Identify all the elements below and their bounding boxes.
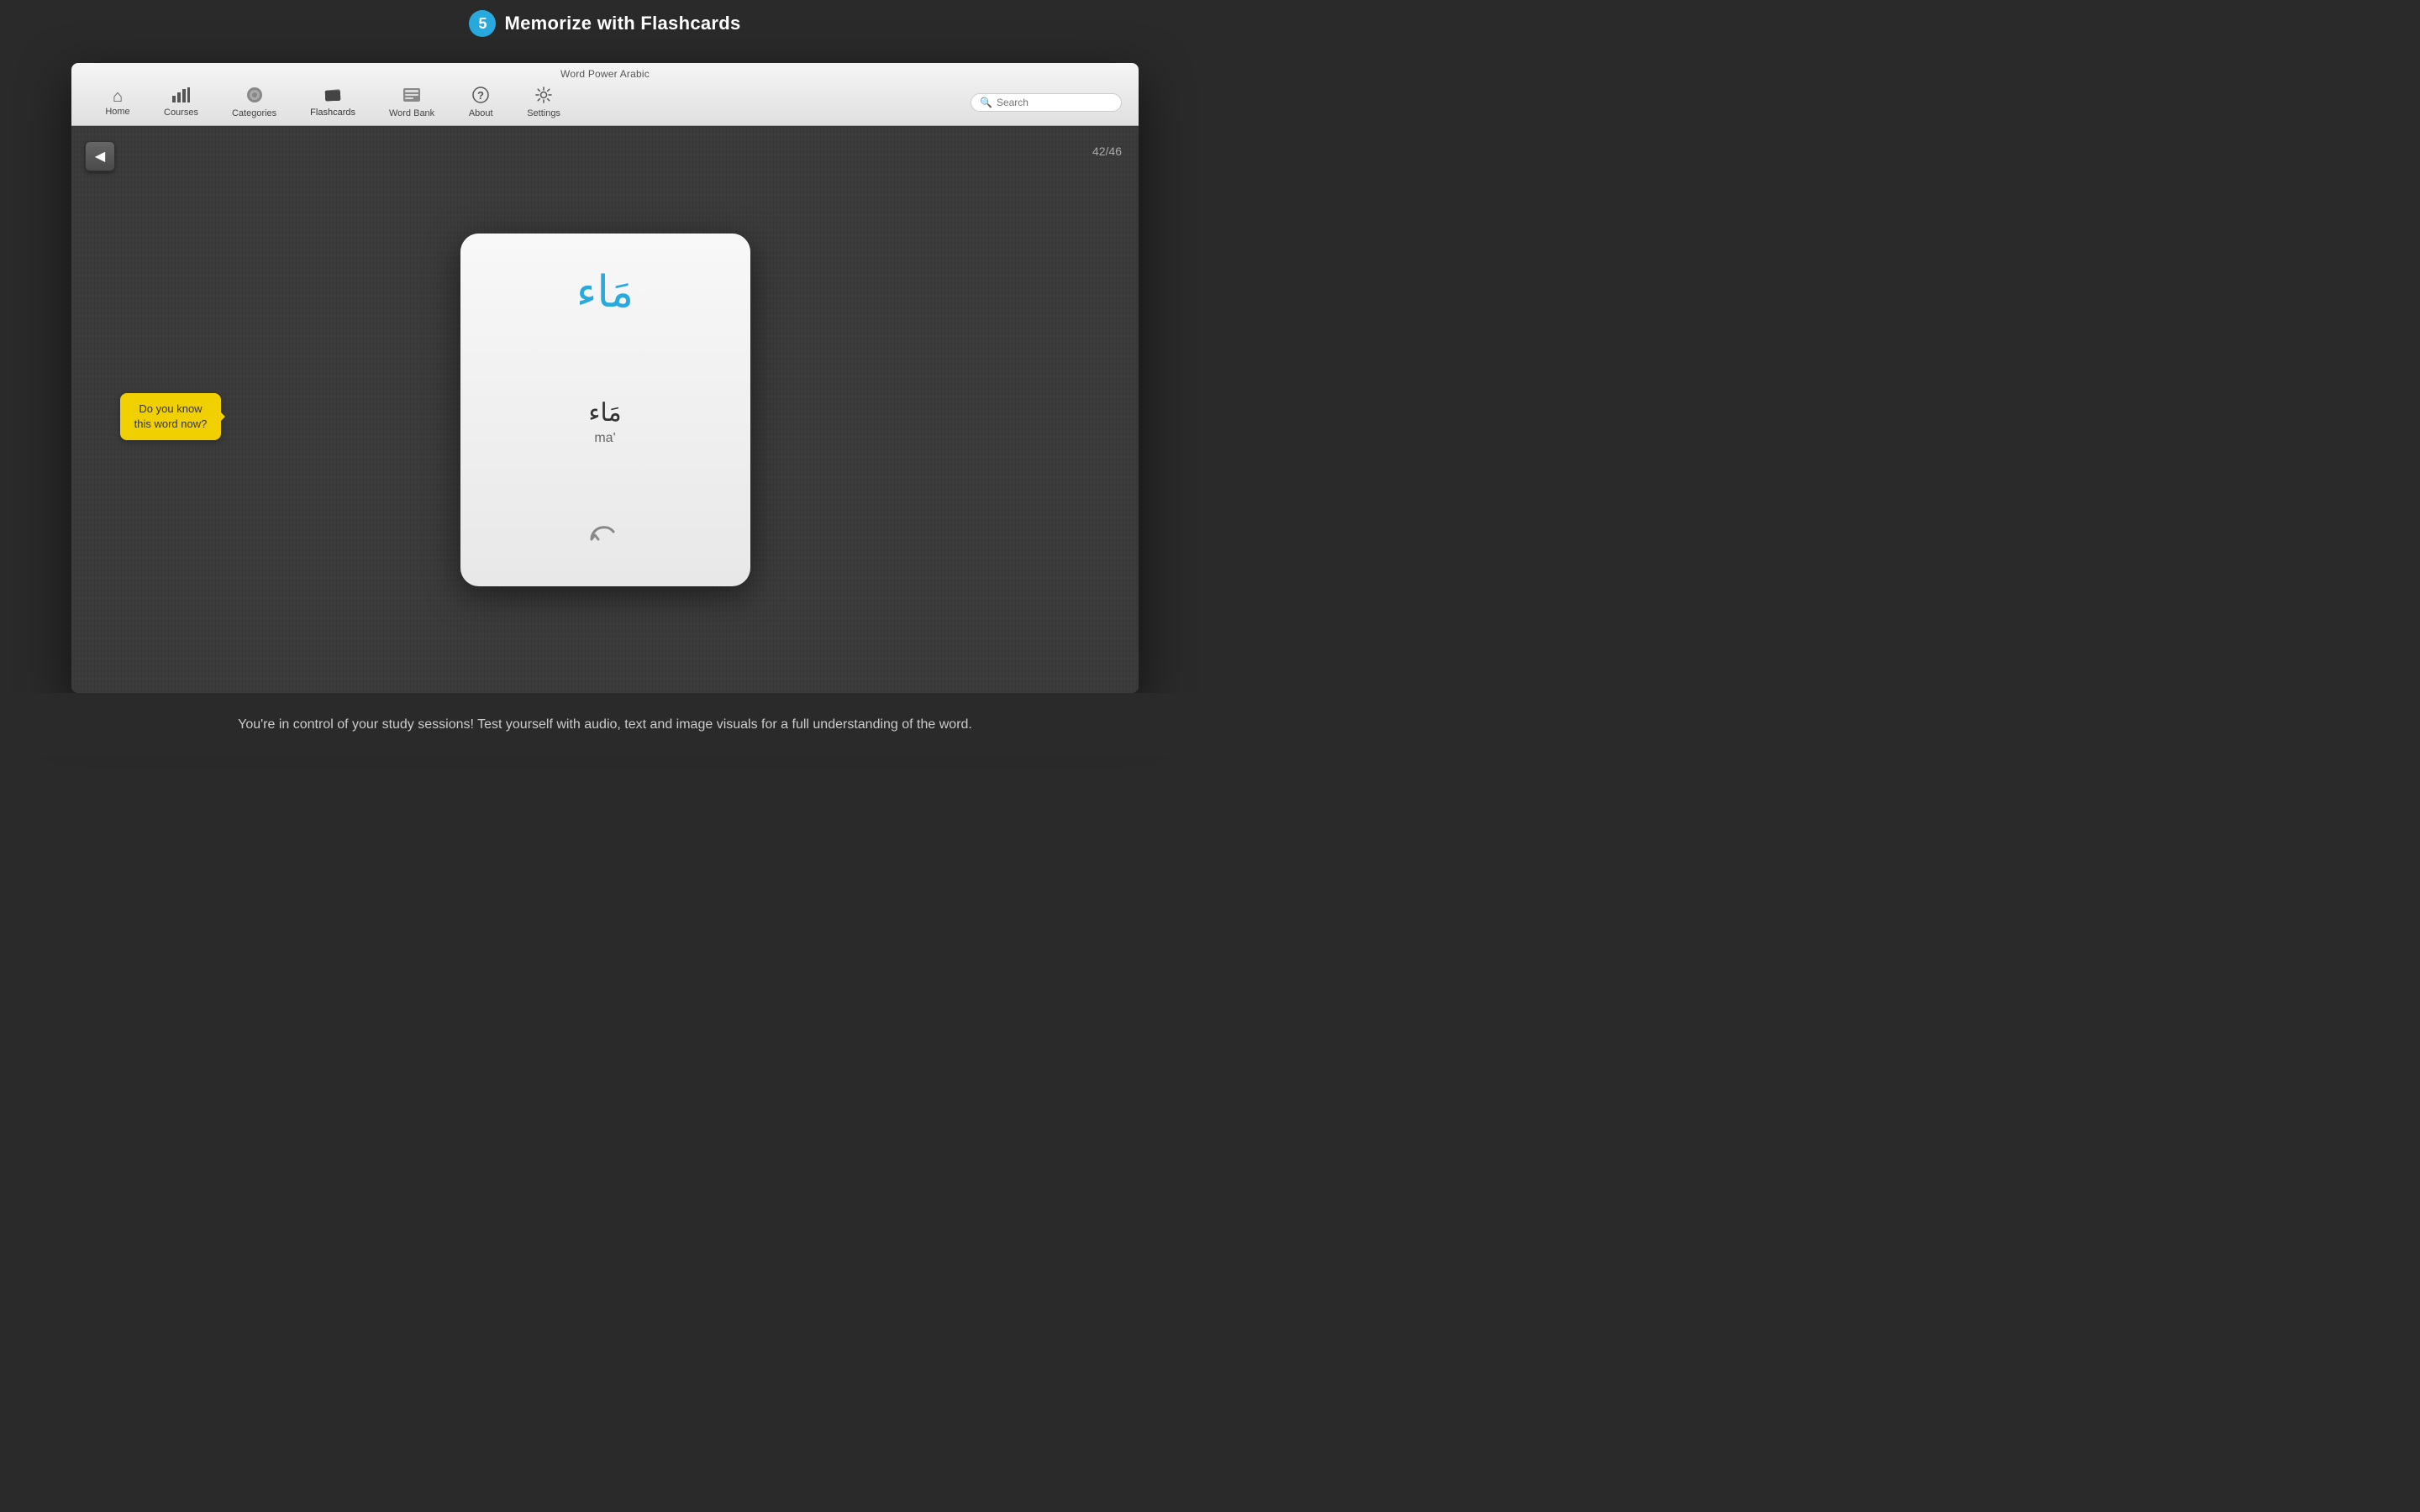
- title-bar: 5 Memorize with Flashcards: [0, 0, 1210, 45]
- wordbank-icon: [402, 87, 421, 107]
- flashcard[interactable]: مَاء مَاء ma': [460, 234, 750, 586]
- card-arabic-secondary: مَاء: [588, 398, 621, 428]
- footer-description: You're in control of your study sessions…: [0, 693, 1210, 756]
- tooltip-bubble: Do you know this word now?: [120, 393, 221, 440]
- about-icon: ?: [472, 87, 489, 107]
- home-icon: ⌂: [113, 88, 123, 105]
- footer-text: You're in control of your study sessions…: [238, 715, 972, 735]
- search-input[interactable]: [997, 97, 1114, 108]
- nav-flashcards[interactable]: Flashcards: [293, 84, 372, 121]
- nav-home-label: Home: [105, 107, 129, 117]
- toolbar-nav: ⌂ Home Courses: [71, 80, 1139, 125]
- search-box[interactable]: 🔍: [971, 93, 1122, 112]
- svg-text:?: ?: [477, 89, 484, 102]
- app-window: Word Power Arabic ⌂ Home: [71, 63, 1139, 693]
- nav-settings[interactable]: Settings: [510, 83, 577, 122]
- settings-icon: [535, 87, 552, 107]
- progress-indicator: 42/46: [1092, 144, 1122, 158]
- nav-items: ⌂ Home Courses: [88, 83, 971, 122]
- card-flip-button[interactable]: [590, 525, 620, 556]
- card-middle-section: مَاء ma': [588, 398, 621, 446]
- nav-categories[interactable]: Categories: [215, 83, 293, 122]
- nav-flashcards-label: Flashcards: [310, 108, 355, 118]
- search-icon: 🔍: [980, 97, 992, 108]
- nav-settings-label: Settings: [527, 108, 560, 118]
- nav-courses[interactable]: Courses: [147, 84, 215, 121]
- toolbar: Word Power Arabic ⌂ Home: [71, 63, 1139, 126]
- nav-wordbank[interactable]: Word Bank: [372, 83, 451, 122]
- title-badge: 5: [469, 10, 496, 37]
- nav-home[interactable]: ⌂ Home: [88, 85, 147, 120]
- nav-wordbank-label: Word Bank: [389, 108, 434, 118]
- card-transliteration: ma': [594, 431, 615, 445]
- flashcards-icon: [324, 87, 342, 106]
- main-content: ◀ 42/46 Do you know this word now? مَاء …: [71, 126, 1139, 693]
- nav-about-label: About: [469, 108, 493, 118]
- nav-about[interactable]: ? About: [451, 83, 510, 122]
- nav-categories-label: Categories: [232, 108, 276, 118]
- categories-icon: [245, 87, 264, 107]
- courses-icon: [171, 87, 190, 106]
- back-button[interactable]: ◀: [85, 141, 115, 171]
- toolbar-title: Word Power Arabic: [560, 63, 650, 80]
- title-text: Memorize with Flashcards: [504, 13, 740, 34]
- back-arrow-icon: ◀: [95, 148, 105, 165]
- nav-courses-label: Courses: [164, 108, 198, 118]
- card-arabic-main: مَاء: [576, 267, 634, 319]
